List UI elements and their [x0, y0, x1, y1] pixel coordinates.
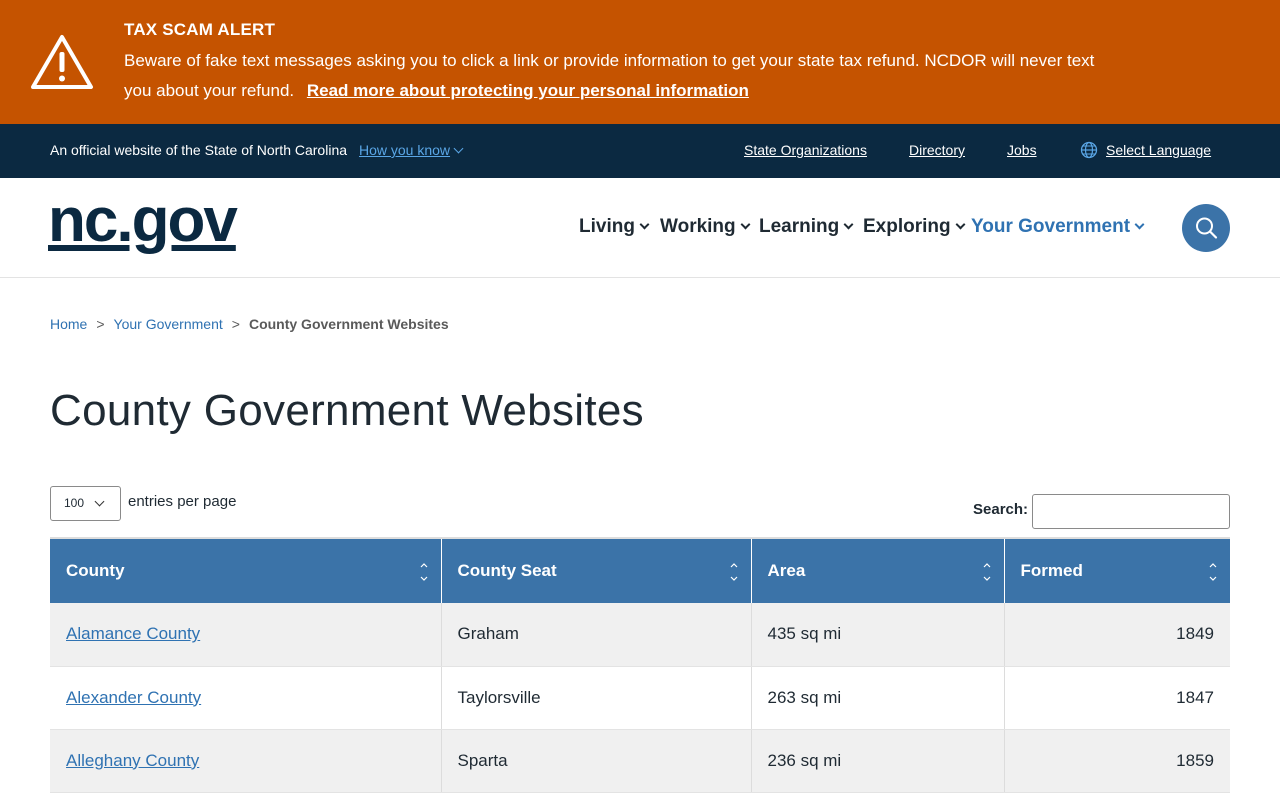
alert-title: TAX SCAM ALERT [124, 20, 276, 39]
cell-county: Alleghany County [50, 729, 442, 793]
jobs-link[interactable]: Jobs [1007, 142, 1037, 158]
alert-message-block: Beware of fake text messages asking you … [124, 46, 1114, 106]
chevron-down-icon [94, 496, 105, 507]
cell-county-seat: Graham [441, 603, 752, 667]
column-header-label: County Seat [457, 561, 557, 580]
table-search-input[interactable] [1032, 494, 1230, 529]
column-header-label: Area [767, 561, 806, 580]
nav-working[interactable]: Working [660, 216, 751, 238]
nc-gov-logo[interactable]: nc.gov [48, 186, 238, 256]
chevron-down-icon [1134, 219, 1145, 230]
official-site-text: An official website of the State of Nort… [50, 142, 348, 158]
nav-your-government[interactable]: Your Government [971, 216, 1145, 238]
column-header-county[interactable]: County [50, 537, 442, 603]
cell-county-seat: Taylorsville [441, 666, 752, 730]
site-header: nc.gov Living Working Learning Exploring… [0, 178, 1280, 278]
column-header-formed[interactable]: Formed [1004, 537, 1230, 603]
warning-triangle-icon [31, 35, 93, 89]
globe-icon[interactable] [1080, 141, 1098, 159]
breadcrumb-current: County Government Websites [248, 316, 449, 332]
how-you-know-label: How you know [359, 142, 451, 158]
column-header-label: County [66, 561, 125, 580]
chevron-down-icon [453, 143, 464, 154]
alert-read-more-link[interactable]: Read more about protecting your personal… [307, 81, 749, 100]
nav-exploring-label: Exploring [863, 216, 951, 237]
nav-learning-label: Learning [759, 216, 840, 237]
nav-your-government-label: Your Government [971, 216, 1131, 237]
page-title: County Government Websites [50, 386, 644, 435]
site-search-button[interactable] [1182, 204, 1230, 252]
nav-living[interactable]: Living [579, 216, 650, 238]
cell-formed: 1847 [1004, 666, 1230, 730]
table-row: Alexander County Taylorsville 263 sq mi … [50, 666, 1230, 730]
nav-working-label: Working [660, 216, 736, 237]
county-table: County County Seat Area Formed Alamance … [50, 537, 1230, 793]
nav-learning[interactable]: Learning [759, 216, 854, 238]
breadcrumb-separator: > [231, 316, 240, 332]
cell-county: Alamance County [50, 603, 442, 667]
sort-icon [420, 563, 427, 581]
table-row: Alamance County Graham 435 sq mi 1849 [50, 603, 1230, 667]
cell-area: 263 sq mi [751, 666, 1005, 730]
cell-area: 435 sq mi [751, 603, 1005, 667]
county-link[interactable]: Alleghany County [66, 751, 199, 770]
cell-formed: 1859 [1004, 729, 1230, 793]
entries-per-page-label: entries per page [128, 493, 237, 510]
breadcrumb: Home > Your Government > County Government W… [50, 316, 449, 332]
column-header-county-seat[interactable]: County Seat [441, 537, 752, 603]
table-search-label: Search: [973, 501, 1029, 518]
nav-exploring[interactable]: Exploring [863, 216, 966, 238]
breadcrumb-separator: > [96, 316, 105, 332]
county-link[interactable]: Alamance County [66, 624, 200, 643]
state-organizations-link[interactable]: State Organizations [744, 142, 867, 158]
cell-formed: 1849 [1004, 603, 1230, 667]
sort-icon [1209, 563, 1217, 581]
sort-icon [983, 563, 990, 581]
breadcrumb-home[interactable]: Home [50, 316, 87, 332]
cell-county: Alexander County [50, 666, 442, 730]
tax-scam-alert-banner: TAX SCAM ALERT Beware of fake text messa… [0, 0, 1280, 124]
chevron-down-icon [740, 219, 751, 230]
cell-county-seat: Sparta [441, 729, 752, 793]
chevron-down-icon [639, 219, 650, 230]
sort-icon [730, 563, 737, 581]
nav-living-label: Living [579, 216, 635, 237]
cell-area: 236 sq mi [751, 729, 1005, 793]
entries-per-page-value: 100 [64, 496, 85, 510]
column-header-area[interactable]: Area [751, 537, 1005, 603]
how-you-know-toggle[interactable]: How you know [359, 142, 464, 158]
entries-per-page-select[interactable]: 100 [50, 486, 121, 521]
chevron-down-icon [843, 219, 854, 230]
column-header-label: Formed [1020, 561, 1083, 580]
chevron-down-icon [955, 219, 966, 230]
directory-link[interactable]: Directory [909, 142, 965, 158]
table-header-row: County County Seat Area Formed [50, 537, 1230, 603]
breadcrumb-your-government[interactable]: Your Government [114, 316, 223, 332]
table-row: Alleghany County Sparta 236 sq mi 1859 [50, 729, 1230, 793]
select-language-button[interactable]: Select Language [1106, 142, 1211, 158]
search-icon [1196, 217, 1218, 239]
county-link[interactable]: Alexander County [66, 688, 201, 707]
